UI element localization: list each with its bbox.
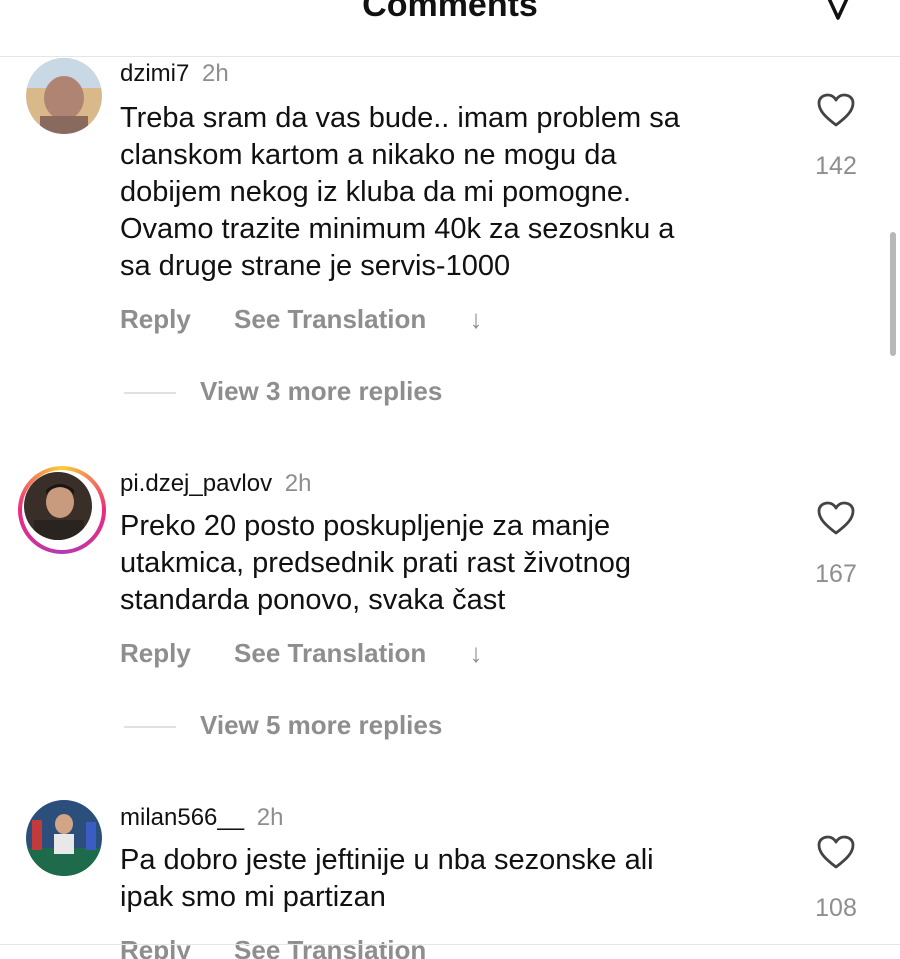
- arrow-down-icon[interactable]: ↓: [469, 638, 482, 668]
- see-translation-button[interactable]: See Translation: [234, 638, 426, 668]
- comment-username[interactable]: dzimi7: [120, 60, 189, 87]
- comment-actions: Reply See Translation ↓: [120, 638, 518, 669]
- see-translation-button[interactable]: See Translation: [234, 304, 426, 334]
- like-count: 108: [815, 894, 857, 922]
- story-ring[interactable]: [18, 466, 106, 554]
- like-control: 167: [808, 500, 864, 589]
- heart-icon[interactable]: [816, 500, 856, 536]
- view-more-replies[interactable]: View 5 more replies: [124, 710, 442, 741]
- reply-button[interactable]: Reply: [120, 638, 191, 668]
- page-title: Comments: [362, 0, 538, 24]
- filter-icon[interactable]: [820, 0, 856, 24]
- avatar[interactable]: [26, 800, 102, 876]
- comments-screen: Comments dzimi7 2h Treba sram da vas bud…: [0, 0, 900, 959]
- comment-time: 2h: [256, 804, 284, 831]
- like-count: 142: [815, 152, 857, 180]
- comment-actions: Reply See Translation ↓: [120, 304, 518, 335]
- comment-text: Pa dobro jeste jeftinije u nba sezonske …: [120, 844, 654, 913]
- view-more-label: View 3 more replies: [200, 376, 443, 406]
- heart-icon[interactable]: [816, 834, 856, 870]
- scrollbar[interactable]: [890, 232, 896, 356]
- comment-text: Preko 20 posto poskupljenje za manje uta…: [120, 510, 631, 616]
- reply-button[interactable]: Reply: [120, 935, 191, 959]
- comments-header: Comments: [0, 0, 900, 57]
- view-more-label: View 5 more replies: [200, 710, 443, 740]
- comment-time: 2h: [284, 470, 312, 497]
- arrow-down-icon[interactable]: ↓: [469, 304, 482, 334]
- divider-line: [124, 726, 176, 729]
- see-translation-button[interactable]: See Translation: [234, 935, 426, 959]
- avatar: [24, 472, 92, 540]
- comment-text: Treba sram da vas bude.. imam problem sa…: [120, 102, 680, 282]
- reply-button[interactable]: Reply: [120, 304, 191, 334]
- like-count: 167: [815, 560, 857, 588]
- divider-line: [124, 392, 176, 395]
- comment-username[interactable]: milan566__: [120, 804, 244, 831]
- avatar[interactable]: [26, 58, 102, 134]
- heart-icon[interactable]: [816, 92, 856, 128]
- bottom-divider: [0, 944, 900, 945]
- comment-username[interactable]: pi.dzej_pavlov: [120, 470, 272, 497]
- comment-actions: Reply See Translation: [120, 935, 426, 959]
- view-more-replies[interactable]: View 3 more replies: [124, 376, 442, 407]
- like-control: 108: [808, 834, 864, 923]
- comment-time: 2h: [202, 60, 229, 87]
- like-control: 142: [808, 92, 864, 181]
